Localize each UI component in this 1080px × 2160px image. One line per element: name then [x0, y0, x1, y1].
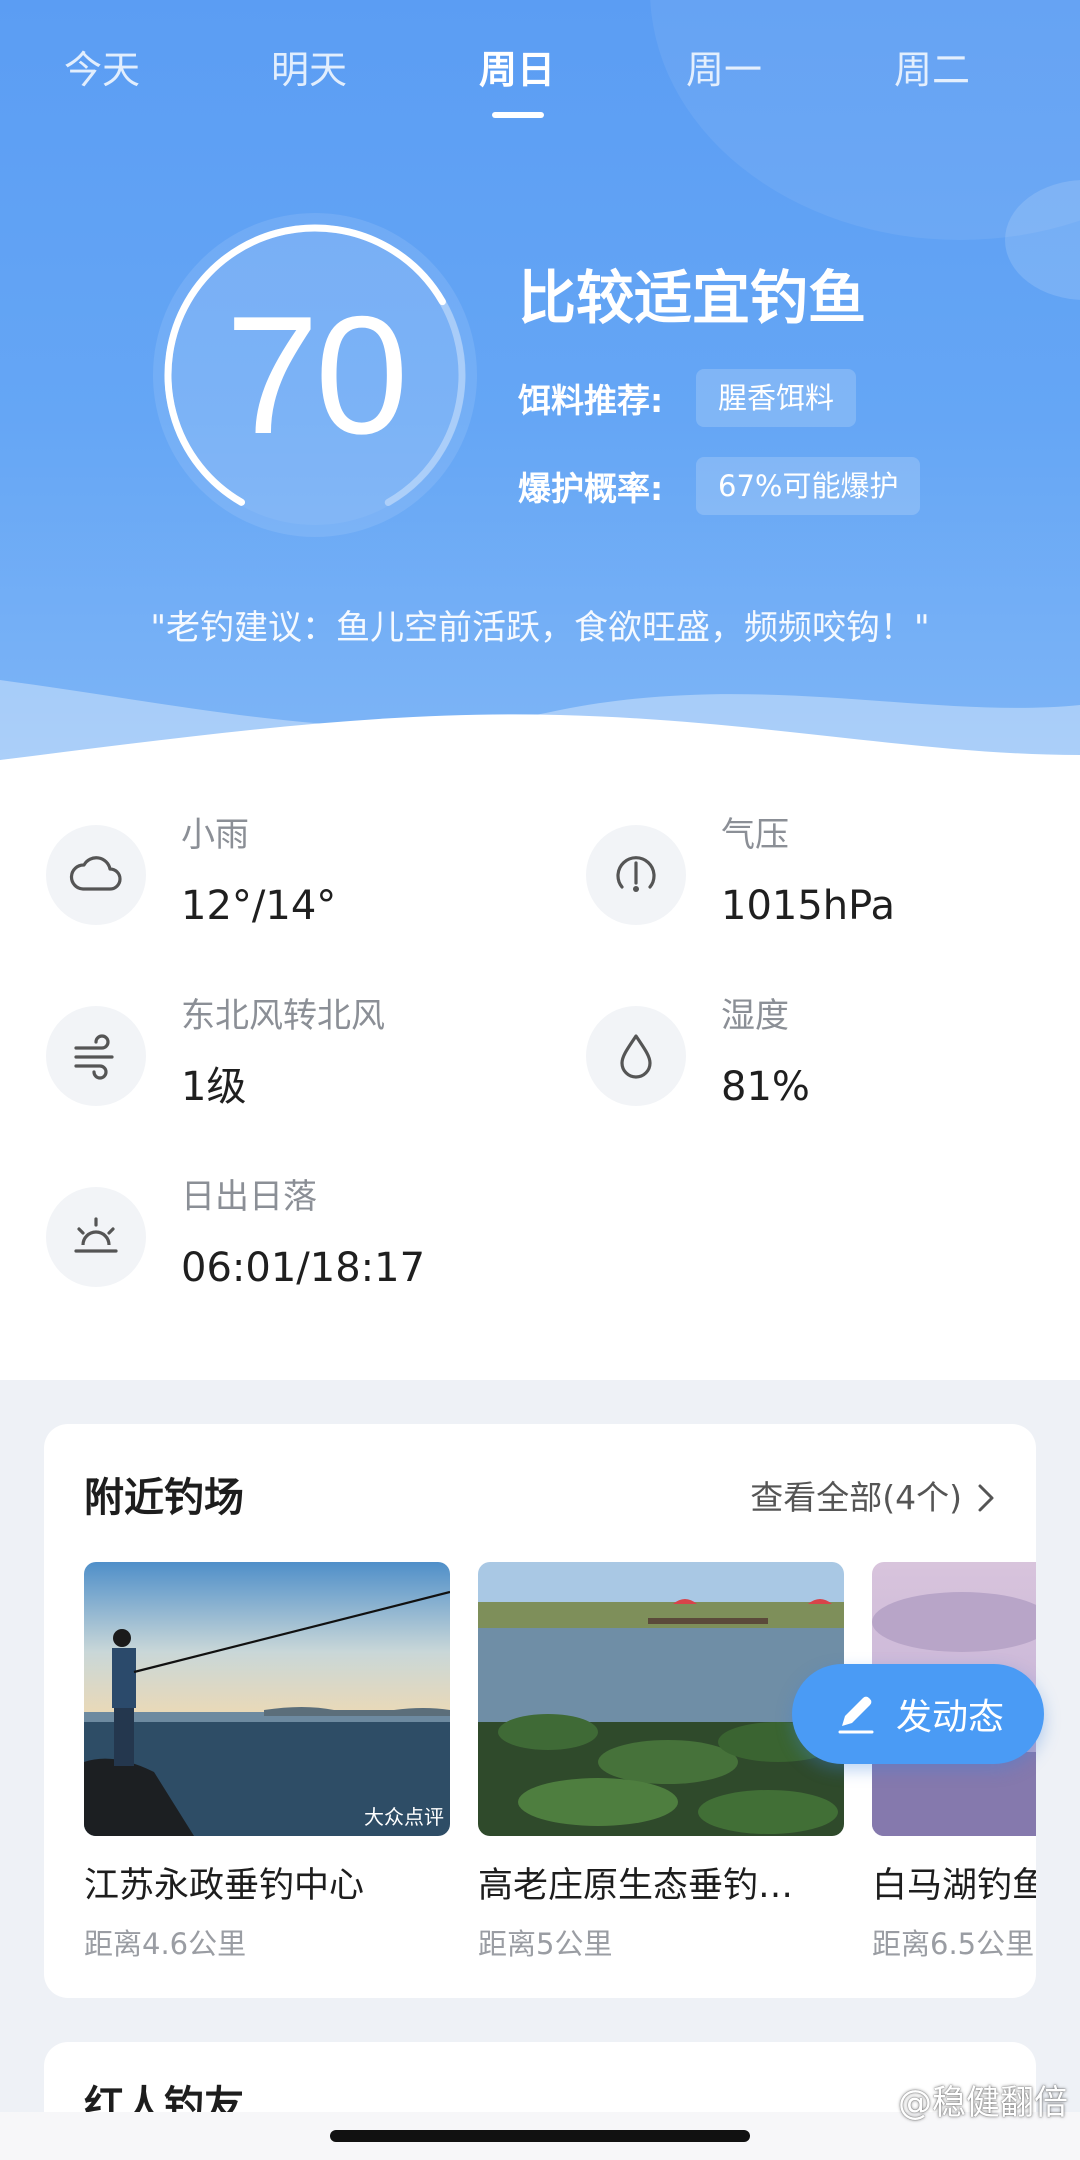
tab-tuesday[interactable]: 周二 — [852, 38, 1012, 102]
forecast-header: 今天 明天 周日 周一 周二 70 比较适宜钓鱼 饵料推荐: 腥香饵料 爆护概率… — [0, 0, 1080, 760]
tab-today[interactable]: 今天 — [22, 38, 182, 102]
condition-label: 小雨 — [181, 815, 249, 855]
spot-image-watermark: 大众点评 — [364, 1805, 444, 1829]
home-indicator[interactable] — [330, 2130, 750, 2142]
weather-pressure: 气压 1015hPa — [586, 805, 1080, 935]
weather-panel: 小雨 12°/14° 气压 1015hPa 东北风转北风 1级 湿度 81% 日… — [0, 760, 1080, 1380]
wind-icon — [46, 1006, 146, 1106]
spot-carousel[interactable]: 大众点评 江苏永政垂钓中心 距离4.6公里 高老庄原生态垂钓… 距离5公里 白马… — [84, 1562, 1036, 1982]
pressure-label: 气压 — [721, 815, 789, 855]
spot-distance: 距离5公里 — [478, 1927, 613, 1961]
weather-sun: 日出日落 06:01/18:17 — [46, 1167, 546, 1297]
view-all-label: 查看全部(4个) — [750, 1478, 962, 1517]
source-watermark: @稳健翻倍 — [898, 2083, 1068, 2123]
explode-row: 爆护概率: 67%可能爆护 — [518, 456, 921, 516]
nearby-title: 附近钓场 — [84, 1475, 244, 1521]
post-update-button[interactable]: 发动态 — [792, 1664, 1044, 1764]
sunrise-icon — [46, 1187, 146, 1287]
spot-photo — [478, 1562, 844, 1836]
weather-condition: 小雨 12°/14° — [46, 805, 546, 935]
wave-divider — [0, 680, 1080, 760]
tab-tomorrow[interactable]: 明天 — [229, 38, 389, 102]
wind-value: 1级 — [181, 1064, 247, 1110]
weather-humidity: 湿度 81% — [586, 986, 1080, 1116]
day-tabs: 今天 明天 周日 周一 周二 — [0, 38, 1080, 128]
chevron-right-icon — [978, 1484, 994, 1512]
rating-title: 比较适宜钓鱼 — [518, 264, 867, 332]
water-drop-icon — [586, 1006, 686, 1106]
edit-pen-icon — [838, 1696, 874, 1734]
tab-sunday[interactable]: 周日 — [437, 38, 597, 102]
weather-wind: 东北风转北风 1级 — [46, 986, 546, 1116]
fishing-score: 70 — [225, 281, 409, 469]
spot-name: 高老庄原生态垂钓… — [478, 1866, 794, 1906]
explode-value: 67%可能爆护 — [696, 457, 921, 515]
active-tab-indicator — [492, 112, 544, 118]
sun-value: 06:01/18:17 — [181, 1245, 426, 1291]
spot-distance: 距离4.6公里 — [84, 1927, 247, 1961]
cloud-icon — [46, 825, 146, 925]
temperature-value: 12°/14° — [181, 883, 337, 929]
bait-label: 饵料推荐: — [518, 381, 664, 420]
post-update-label: 发动态 — [895, 1697, 1004, 1738]
bait-row: 饵料推荐: 腥香饵料 — [518, 368, 857, 428]
explode-label: 爆护概率: — [518, 469, 664, 508]
spot-distance: 距离6.5公里 — [872, 1927, 1035, 1961]
humidity-label: 湿度 — [721, 996, 789, 1036]
view-all-link[interactable]: 查看全部(4个) — [750, 1468, 996, 1528]
spot-name: 白马湖钓鱼 — [872, 1866, 1036, 1906]
pressure-gauge-icon — [586, 825, 686, 925]
bait-value: 腥香饵料 — [696, 369, 857, 427]
pressure-value: 1015hPa — [721, 883, 895, 929]
wind-label: 东北风转北风 — [181, 996, 385, 1036]
humidity-value: 81% — [721, 1064, 810, 1110]
tab-monday[interactable]: 周一 — [644, 38, 804, 102]
sun-label: 日出日落 — [181, 1177, 317, 1217]
spot-photo: 大众点评 — [84, 1562, 450, 1836]
spot-name: 江苏永政垂钓中心 — [84, 1866, 365, 1906]
